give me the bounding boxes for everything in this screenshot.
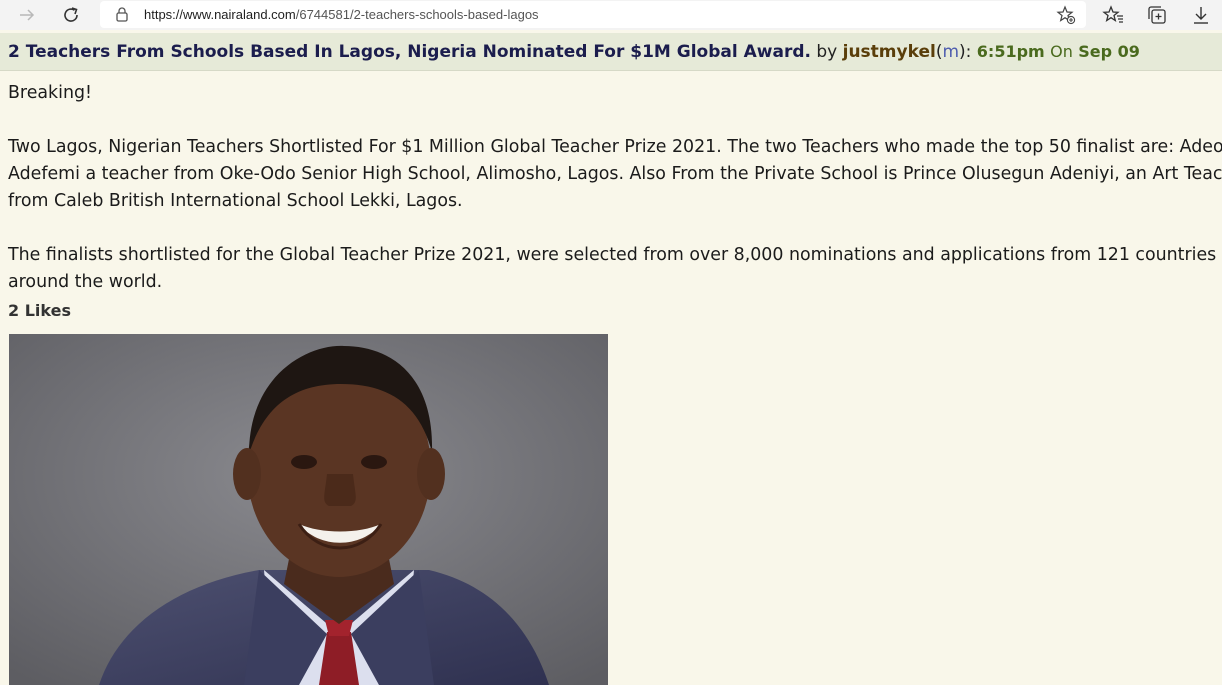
post-date: Sep 09 (1078, 42, 1140, 61)
on-label: On (1050, 42, 1073, 61)
download-icon[interactable] (1190, 4, 1212, 26)
post-paragraph-1-line-1: Two Lagos, Nigerian Teachers Shortlisted… (8, 137, 1222, 157)
forward-icon[interactable] (14, 3, 40, 27)
author-gender: m (942, 42, 960, 62)
likes-count[interactable]: 2 Likes (8, 301, 71, 320)
by-label: by (816, 42, 838, 62)
post-photo[interactable] (9, 334, 608, 685)
topic-title-link[interactable]: 2 Teachers From Schools Based In Lagos, … (8, 42, 811, 62)
paren-close: ): (959, 42, 972, 62)
url-host: https://www.nairaland.com (144, 7, 296, 22)
author-link[interactable]: justmykel (843, 42, 936, 62)
post-paragraph-2-line-2: around the world. (8, 272, 163, 292)
refresh-icon[interactable] (58, 3, 84, 27)
url-path: /6744581/2-teachers-schools-based-lagos (295, 7, 539, 22)
add-favorite-icon[interactable] (1056, 5, 1076, 25)
collections-icon[interactable] (1146, 4, 1168, 26)
address-bar[interactable]: https://www.nairaland.com/6744581/2-teac… (100, 1, 1086, 28)
post-time: 6:51pm (976, 42, 1045, 61)
browser-toolbar: https://www.nairaland.com/6744581/2-teac… (0, 0, 1222, 30)
post-paragraph-1-line-2: Adefemi a teacher from Oke-Odo Senior Hi… (8, 164, 1222, 184)
topic-header: 2 Teachers From Schools Based In Lagos, … (0, 33, 1222, 71)
post-paragraph-1-line-3: from Caleb British International School … (8, 191, 463, 211)
post-intro: Breaking! (8, 83, 92, 103)
post-paragraph-2-line-1: The finalists shortlisted for the Global… (8, 245, 1217, 265)
favorites-icon[interactable] (1102, 4, 1124, 26)
url-text[interactable]: https://www.nairaland.com/6744581/2-teac… (144, 7, 539, 22)
post-body: Breaking! Two Lagos, Nigerian Teachers S… (8, 80, 1222, 296)
lock-icon[interactable] (114, 6, 130, 22)
